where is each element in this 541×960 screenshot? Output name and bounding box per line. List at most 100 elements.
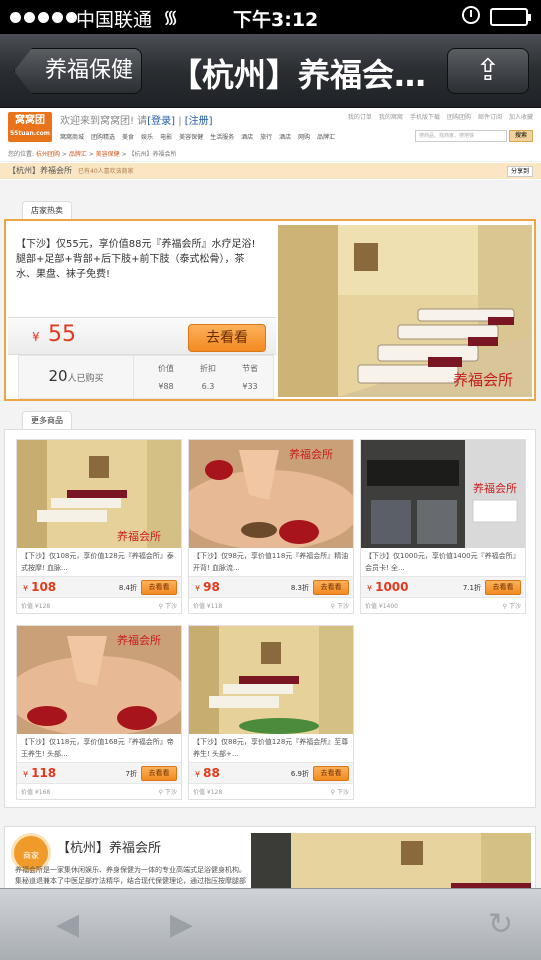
nav-item[interactable]: 美食 [122,132,134,141]
product-price-bar: ¥1000 7.1折 去看看 [361,576,525,598]
nav-item[interactable]: 网购 [298,132,310,141]
product-card[interactable]: 养福会所 【下沙】仅118元，享价值168元『养福会所』帝王养生! 头部... … [16,625,182,800]
view-product-button[interactable]: 去看看 [141,580,177,595]
product-card[interactable]: 养福会所 【下沙】仅1000元，享价值1400元『养福会所』会员卡! 全... … [360,439,526,614]
tab-more[interactable]: 更多商品 [22,411,72,429]
price-value: 88 [203,766,220,780]
product-card[interactable]: 【下沙】仅88元，享价值128元『养福会所』至尊养生! 头部+... ¥88 6.… [188,625,354,800]
product-desc[interactable]: 【下沙】仅108元，享价值128元『养福会所』泰式按摩! 血脉... [21,550,177,574]
product-card[interactable]: 养福会所 【下沙】仅98元，享价值118元『养福会所』精油开背! 血脉流... … [188,439,354,614]
price-value: 118 [31,766,57,780]
content-area: 店家热卖 【下沙】仅55元，享价值88元『养福会所』水疗足浴! 腿部+足部+背部… [0,180,541,888]
nav-item[interactable]: 团购精选 [91,132,115,141]
category-bar: 【杭州】养福会所 已有40人喜欢该商家 [0,163,541,179]
logo-sub: 55tuan.com [9,130,51,137]
product-image[interactable]: 养福会所 [17,440,181,548]
product-desc[interactable]: 【下沙】仅118元，享价值168元『养福会所』帝王养生! 头部... [21,736,177,760]
location: ⚲ 下沙 [158,603,177,610]
original-price: 价值 ¥128 [21,603,51,610]
tab-hot[interactable]: 店家热卖 [22,201,72,219]
back-arrow-icon[interactable]: ◀ [56,907,79,943]
bought-label: 人已购买 [67,374,104,384]
nav-item[interactable]: 电影 [160,132,172,141]
spa-room-image[interactable]: 养福会所 [278,225,532,397]
breadcrumb-item[interactable]: 美容保健 [96,151,120,158]
shop-desc: 养福会所是一家集休闲娱乐、养身保健为一体的专业高端式足浴健身机构。集秘道退兼本了… [15,866,246,885]
top-link-account[interactable]: 我的窝窝 [379,112,403,121]
separator: | [178,116,182,127]
nav-item[interactable]: 品牌汇 [317,132,335,141]
bought-number: 20 [48,367,68,385]
back-button[interactable]: 养福保健 [14,48,142,94]
nav-item[interactable]: 娱乐 [141,132,153,141]
register-link[interactable]: [注册] [185,116,213,127]
shop-image[interactable] [251,833,531,888]
nav-item[interactable]: 生活服务 [210,132,234,141]
product-discount: 6.9折 [290,770,309,778]
nav-item[interactable]: 旅行 [260,132,272,141]
product-footer: 价值 ¥128 ⚲ 下沙 [193,787,349,796]
product-price: ¥98 [195,580,220,594]
top-link-mobile[interactable]: 手机版下载 [410,112,440,121]
price-value: 1000 [375,580,409,594]
product-discount: 8.4折 [118,584,137,592]
main-nav: 窝窝商城 团购精选 美食 娱乐 电影 美容保健 生活服务 酒店 旅行 酒店 网购… [60,132,335,141]
product-discount: 7折 [125,770,137,778]
page-title: 【杭州】养福会… [170,56,427,94]
hot-price: 55 [48,322,76,347]
hot-deal[interactable]: 【下沙】仅55元，享价值88元『养福会所』水疗足浴! 腿部+足部+背部+后下肢+… [4,219,536,401]
share-button[interactable]: ⇪ [447,48,529,94]
nav-item[interactable]: 美容保健 [179,132,203,141]
location-label: 下沙 [164,603,177,610]
nav-item[interactable]: 酒店 [279,132,291,141]
product-desc[interactable]: 【下沙】仅98元，享价值118元『养福会所』精油开背! 血脉流... [193,550,349,574]
top-link-orders[interactable]: 我的订单 [348,112,372,121]
view-deal-button[interactable]: 去看看 [188,324,266,352]
breadcrumb-prefix: 您的位置: [8,151,35,158]
view-product-button[interactable]: 去看看 [485,580,521,595]
breadcrumb-item[interactable]: 品牌汇 [69,151,87,158]
view-product-button[interactable]: 去看看 [313,580,349,595]
hot-deal-desc[interactable]: 【下沙】仅55元，享价值88元『养福会所』水疗足浴! 腿部+足部+背部+后下肢+… [16,237,262,282]
product-footer: 价值 ¥128 ⚲ 下沙 [21,601,177,610]
product-discount: 7.1折 [462,584,481,592]
shop-name[interactable]: 【杭州】养福会所 [57,837,161,856]
product-image[interactable]: 养福会所 [361,440,525,548]
stat-number: ¥88 [158,382,174,391]
product-card[interactable]: 养福会所 【下沙】仅108元，享价值128元『养福会所』泰式按摩! 血脉... … [16,439,182,614]
product-image[interactable] [189,626,353,734]
product-image[interactable]: 养福会所 [17,626,181,734]
top-link-subscribe[interactable]: 邮件订阅 [478,112,502,121]
site-header: 窝窝团 55tuan.com 欢迎来到窝窝团! 请[登录] | [注册] 我的订单… [0,108,541,148]
product-desc[interactable]: 【下沙】仅88元，享价值128元『养福会所』至尊养生! 头部+... [193,736,349,760]
product-desc[interactable]: 【下沙】仅1000元，享价值1400元『养福会所』会员卡! 全... [365,550,521,574]
breadcrumb-item[interactable]: 杭州团购 [36,151,60,158]
share-select[interactable]: 分享到 [506,166,533,177]
more-products: 养福会所 【下沙】仅108元，享价值128元『养福会所』泰式按摩! 血脉... … [4,429,536,808]
product-price: ¥108 [23,580,57,594]
location-label: 下沙 [336,789,349,796]
refresh-icon[interactable]: ↻ [488,907,513,943]
site-logo[interactable]: 窝窝团 55tuan.com [8,112,52,142]
price-value: 108 [31,580,57,594]
product-price-bar: ¥88 6.9折 去看看 [189,762,353,784]
search-input[interactable]: 搜商品、找商家、搜地铁 [415,130,507,142]
price-value: 98 [203,580,220,594]
clock: 下午3:12 [233,9,319,31]
login-link[interactable]: [登录] [147,116,175,127]
top-link-group[interactable]: 团购团购 [447,112,471,121]
nav-item[interactable]: 酒店 [241,132,253,141]
view-product-button[interactable]: 去看看 [141,766,177,781]
product-image[interactable]: 养福会所 [189,440,353,548]
image-caption: 养福会所 [289,447,333,461]
view-product-button[interactable]: 去看看 [313,766,349,781]
image-caption: 养福会所 [453,371,513,389]
forward-arrow-icon[interactable]: ▶ [170,907,193,943]
category-title: 【杭州】养福会所 [8,166,72,175]
top-link-favorite[interactable]: 加入收藏 [509,112,533,121]
category-subtitle: 已有40人喜欢该商家 [78,168,134,175]
nav-item[interactable]: 窝窝商城 [60,132,84,141]
signal-icon [10,12,77,23]
search-button[interactable]: 搜索 [509,130,533,142]
stat-value: 价值 ¥88 [143,360,189,396]
